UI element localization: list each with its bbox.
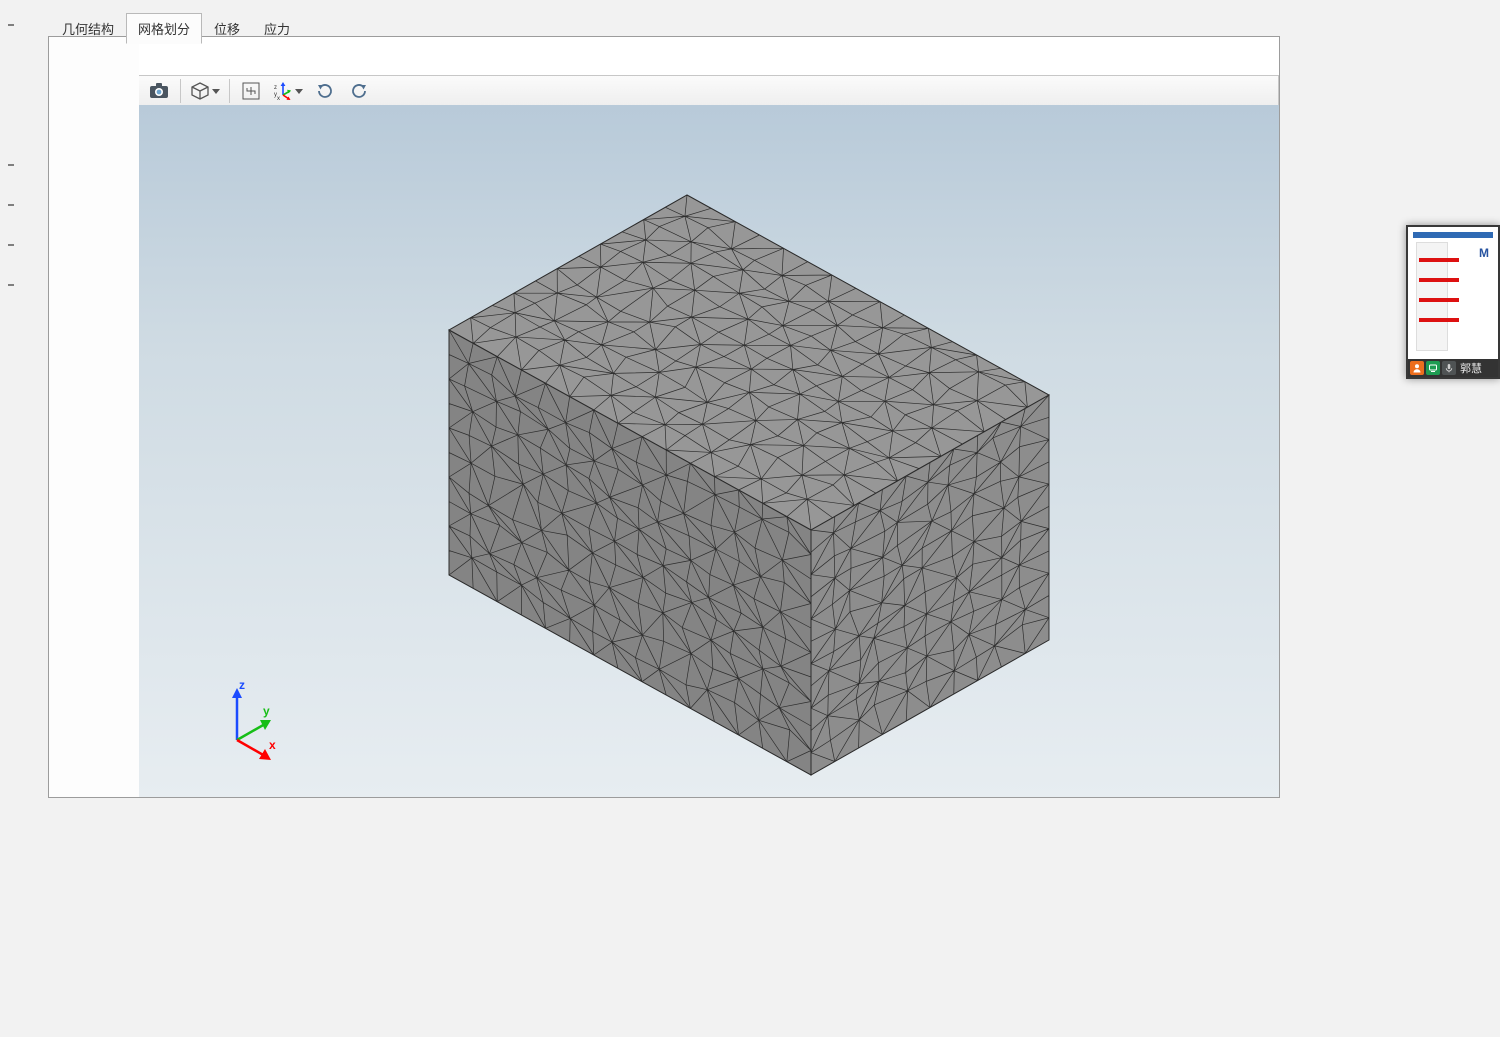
screenshot-button[interactable] xyxy=(143,78,175,104)
toolbar-separator xyxy=(229,79,230,103)
viewport-toolbar: zyx xyxy=(139,75,1279,107)
orientation-button[interactable]: zyx xyxy=(269,78,307,104)
mesh-render xyxy=(139,105,1279,797)
rotate-cw-button[interactable] xyxy=(309,78,341,104)
edge-mark xyxy=(8,204,14,206)
chevron-down-icon xyxy=(212,89,220,94)
edge-mark xyxy=(8,284,14,286)
cube-view-button[interactable] xyxy=(186,78,224,104)
tab-geometry[interactable]: 几何结构 xyxy=(50,13,126,44)
axis-x-label: x xyxy=(269,738,276,752)
chevron-down-icon xyxy=(295,89,303,94)
edge-mark xyxy=(8,24,14,26)
fit-view-button[interactable] xyxy=(235,78,267,104)
svg-text:x: x xyxy=(277,96,280,101)
axis-triad: z y x xyxy=(215,682,295,765)
edge-mark xyxy=(8,244,14,246)
rotate-ccw-button[interactable] xyxy=(343,78,375,104)
share-icon xyxy=(1426,361,1440,375)
mic-icon xyxy=(1442,361,1456,375)
axis-y-label: y xyxy=(263,704,270,718)
edge-mark xyxy=(8,164,14,166)
tab-displacement[interactable]: 位移 xyxy=(202,13,252,44)
tab-stress[interactable]: 应力 xyxy=(252,13,302,44)
svg-text:z: z xyxy=(274,85,277,91)
viewport-panel: zyx z y x xyxy=(48,36,1280,798)
shared-doc-preview: M xyxy=(1413,232,1493,355)
toolbar-separator xyxy=(180,79,181,103)
screen-share-thumbnail[interactable]: M 郭慧 xyxy=(1406,225,1500,379)
view-tabs: 几何结构 网格划分 位移 应力 xyxy=(50,13,302,44)
viewport-left-gutter xyxy=(49,37,139,797)
share-username: 郭慧 xyxy=(1460,360,1482,376)
participant-icon xyxy=(1410,361,1424,375)
axis-z-label: z xyxy=(239,678,245,692)
share-overlay-bar: 郭慧 xyxy=(1408,359,1498,377)
tab-mesh[interactable]: 网格划分 xyxy=(126,13,202,44)
mesh-canvas[interactable]: z y x xyxy=(139,105,1279,797)
